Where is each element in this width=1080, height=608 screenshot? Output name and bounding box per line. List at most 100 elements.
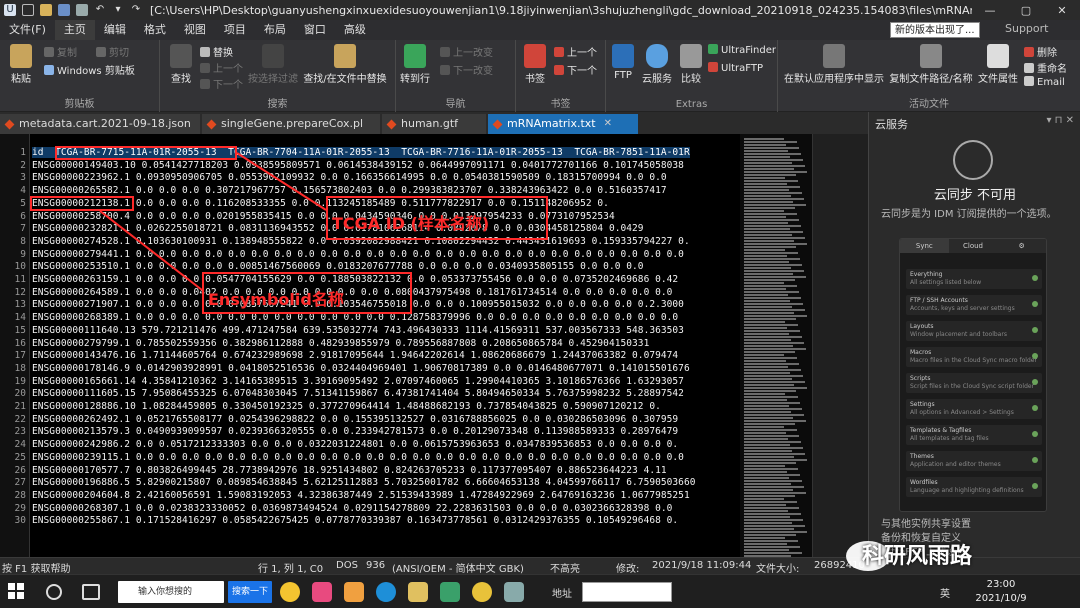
status-position[interactable]: 行 1, 列 1, C0 xyxy=(258,560,323,575)
copy-button[interactable]: 复制 xyxy=(44,44,77,59)
chrome-icon[interactable] xyxy=(280,582,300,602)
status-encoding[interactable]: (ANSI/OEM - 简体中文 GBK) xyxy=(392,560,524,575)
status-highlight[interactable]: 不高亮 xyxy=(550,560,580,575)
copy-path-button[interactable]: 复制文件路径/名称 xyxy=(888,44,974,85)
bookmark-next-button[interactable]: 下一个 xyxy=(554,62,597,77)
menu-view[interactable]: 视图 xyxy=(175,20,215,40)
save-icon[interactable] xyxy=(58,4,70,16)
cloud-service-button[interactable]: 云服务 xyxy=(640,44,674,85)
minimap-row xyxy=(744,240,794,242)
dropdown-icon[interactable]: ▾ xyxy=(112,4,124,16)
system-clock[interactable]: 23:00 2021/10/9 xyxy=(968,578,1034,606)
panel-pin-icon[interactable]: ▾ ⊓ ✕ xyxy=(1046,115,1074,126)
address-input[interactable] xyxy=(582,582,672,602)
line-number: 8 xyxy=(20,235,26,247)
minimap-row xyxy=(744,198,804,200)
paste-button[interactable]: 粘贴 xyxy=(6,44,36,85)
compare-button[interactable]: 比较 xyxy=(678,44,704,85)
tab-human-gtf[interactable]: human.gtf xyxy=(382,114,486,134)
app-pink-icon[interactable] xyxy=(312,582,332,602)
data-line: ENSG00000213579.3 0.0490939099597 0.0239… xyxy=(32,426,679,438)
ime-indicator[interactable]: 英 xyxy=(940,585,950,600)
ultraftp-button[interactable]: UltraFTP xyxy=(708,62,763,74)
status-line-ending[interactable]: DOS xyxy=(336,560,358,571)
minimap-row xyxy=(744,192,802,194)
file-explorer-icon[interactable] xyxy=(408,582,428,602)
tab-metadata-json[interactable]: metadata.cart.2021-09-18.json xyxy=(0,114,200,134)
tab-mrnamatrix-txt[interactable]: mRNAmatrix.txt ✕ xyxy=(488,114,638,134)
minimap-row xyxy=(744,504,786,506)
preview-sync-item: Settings All options in Advanced > Settin… xyxy=(906,399,1042,419)
support-link[interactable]: Support xyxy=(1005,22,1048,35)
find-down-button[interactable]: 下一个 xyxy=(200,76,243,91)
app-orange-icon[interactable] xyxy=(344,582,364,602)
menu-window[interactable]: 窗口 xyxy=(295,20,335,40)
minimize-icon[interactable]: — xyxy=(972,4,1008,17)
menu-layout[interactable]: 布局 xyxy=(255,20,295,40)
cut-button[interactable]: 剪切 xyxy=(96,44,129,59)
app-gray-icon[interactable] xyxy=(504,582,524,602)
app-green-icon[interactable] xyxy=(440,582,460,602)
ultrafinder-button[interactable]: UltraFinder xyxy=(708,44,776,56)
bookmark-prev-button[interactable]: 上一个 xyxy=(554,44,597,59)
file-properties-button[interactable]: 文件属性 xyxy=(976,44,1020,85)
minimap-row xyxy=(744,219,799,221)
line-number-gutter: 1 2 3 4 5 6 7 8 9 10 11 12 13 14 15 16 17 18 19 20 21 22 23 24 2… xyxy=(0,134,30,557)
goto-line-button[interactable]: 转到行 xyxy=(398,44,432,85)
menu-file[interactable]: 文件(F) xyxy=(0,20,55,40)
print-icon[interactable] xyxy=(76,4,88,16)
clipboard-mode-select[interactable]: Windows 剪贴板 xyxy=(44,62,135,77)
ultraedit-icon[interactable] xyxy=(472,582,492,602)
maximize-icon[interactable]: ▢ xyxy=(1008,4,1044,17)
tab-singlegene-pl[interactable]: singleGene.prepareCox.pl xyxy=(202,114,380,134)
delete-button[interactable]: 删除 xyxy=(1024,44,1057,59)
cloud-check-icon xyxy=(1032,457,1038,463)
email-button[interactable]: Email xyxy=(1024,76,1065,88)
next-change-button[interactable]: 下一改变 xyxy=(440,62,493,77)
ftp-button[interactable]: FTP xyxy=(610,44,636,81)
redo-icon[interactable]: ↷ xyxy=(130,4,142,16)
replace-icon xyxy=(200,47,210,57)
search-icon[interactable] xyxy=(46,584,62,600)
minimap[interactable] xyxy=(740,134,812,557)
minimap-row xyxy=(744,186,800,188)
cloud-check-icon xyxy=(1032,483,1038,489)
minimap-row xyxy=(744,408,802,410)
find-in-files-button[interactable]: 查找/在文件中替换 xyxy=(300,44,390,85)
bookmark-button[interactable]: 书签 xyxy=(520,44,550,85)
rename-button[interactable]: 重命名 xyxy=(1024,60,1067,75)
prev-change-button[interactable]: 上一改变 xyxy=(440,44,493,59)
close-tab-icon[interactable]: ✕ xyxy=(604,114,612,134)
menu-project[interactable]: 项目 xyxy=(215,20,255,40)
scissors-icon xyxy=(96,47,106,57)
minimap-row xyxy=(744,372,790,374)
status-modified-time: 2021/9/18 11:09:44 xyxy=(652,560,752,571)
open-folder-icon[interactable] xyxy=(40,4,52,16)
minimap-row xyxy=(744,306,792,308)
undo-icon[interactable]: ↶ xyxy=(94,4,106,16)
vertical-scrollbar[interactable] xyxy=(812,134,868,557)
find-up-button[interactable]: 上一个 xyxy=(200,60,243,75)
line-number: 22 xyxy=(14,413,26,425)
close-icon[interactable]: ✕ xyxy=(1044,4,1080,17)
menu-home[interactable]: 主页 xyxy=(54,20,95,40)
web-search-button[interactable]: 搜索一下 xyxy=(228,581,272,603)
web-search-input[interactable]: 输入你想搜的 xyxy=(118,581,224,603)
show-in-app-button[interactable]: 在默认应用程序中显示 xyxy=(784,44,884,85)
find-button[interactable]: 查找 xyxy=(166,44,196,85)
menu-format[interactable]: 格式 xyxy=(135,20,175,40)
cloud-check-icon xyxy=(1032,431,1038,437)
new-file-icon[interactable] xyxy=(22,4,34,16)
status-filesize-label: 文件大小: xyxy=(756,564,800,575)
replace-button[interactable]: 替换 xyxy=(200,44,233,59)
edge-icon[interactable] xyxy=(376,582,396,602)
windows-start-icon[interactable] xyxy=(8,583,24,599)
status-codepage[interactable]: 936 xyxy=(366,560,385,571)
task-view-icon[interactable] xyxy=(82,584,100,600)
minimap-row xyxy=(744,321,785,323)
update-notification[interactable]: 新的版本出现了... xyxy=(890,22,980,38)
filter-button[interactable]: 按选择过滤 xyxy=(246,44,300,85)
share-settings-link[interactable]: 与其他实例共享设置 xyxy=(881,518,971,532)
menu-advanced[interactable]: 高级 xyxy=(335,20,375,40)
menu-edit[interactable]: 编辑 xyxy=(95,20,135,40)
